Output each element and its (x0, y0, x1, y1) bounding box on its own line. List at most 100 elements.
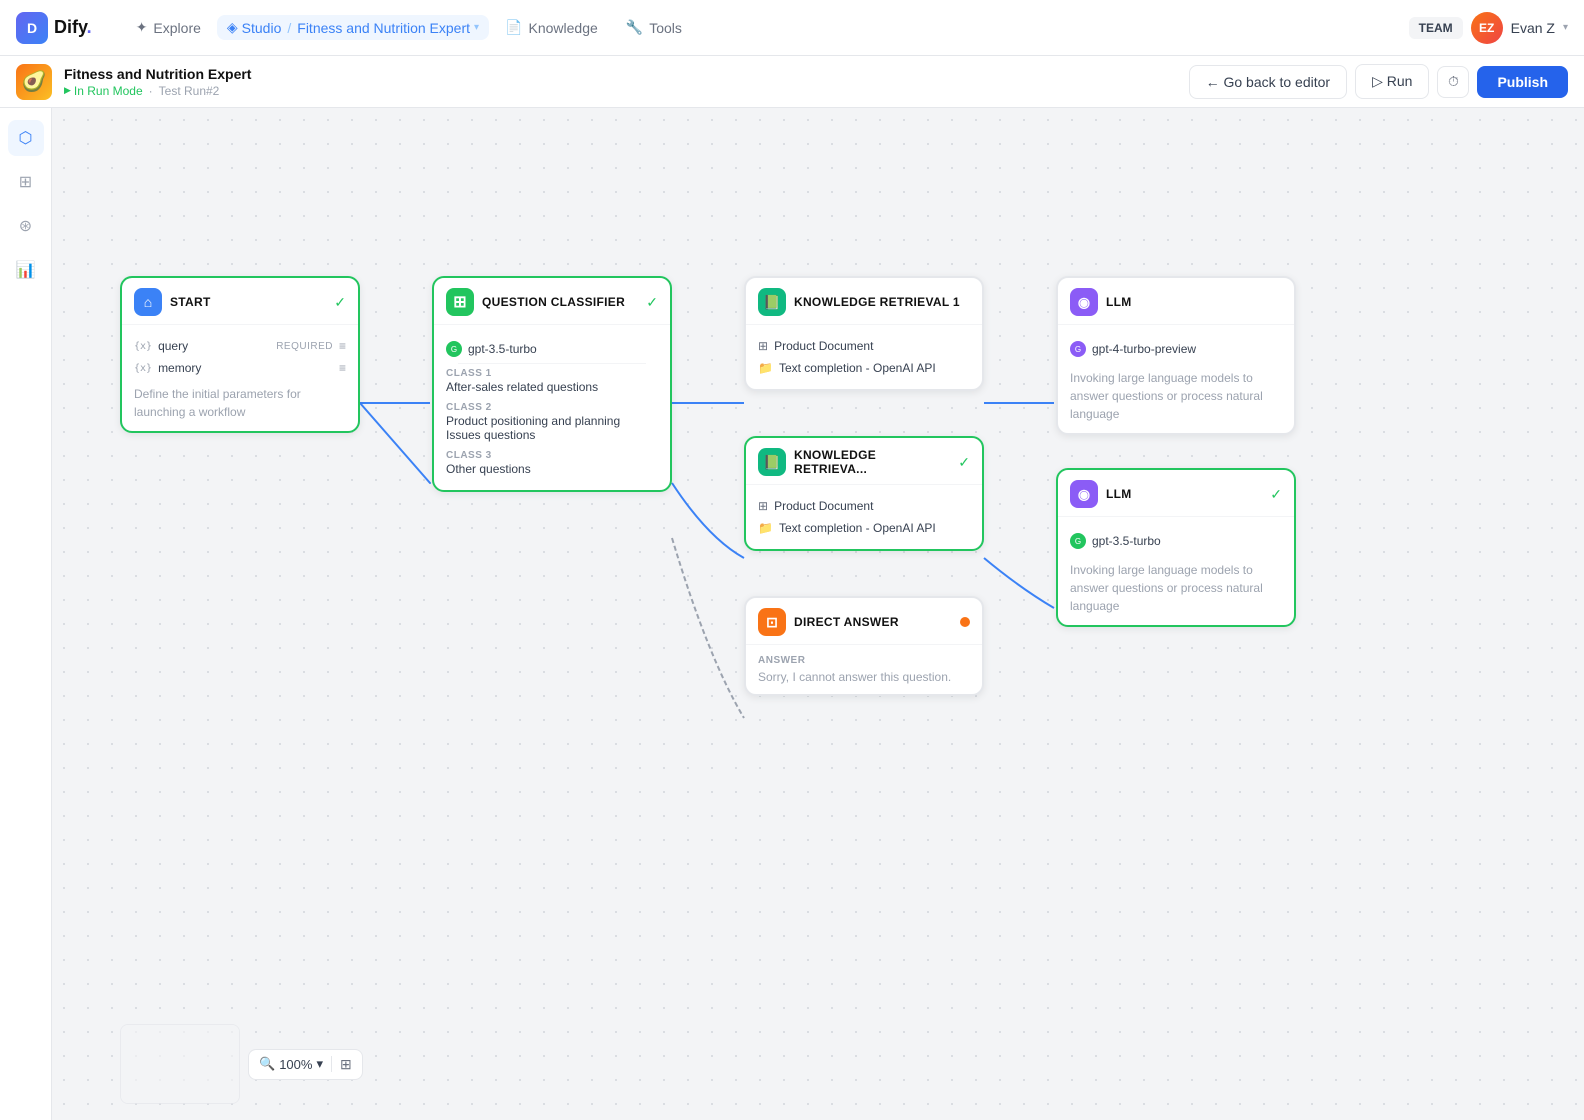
llm2-check-icon: ✓ (1270, 486, 1282, 503)
minimap-content (121, 1025, 239, 1103)
start-field-query: {x} query REQUIRED ≡ (134, 335, 346, 357)
knowledge-retrieval-2-node: 📗 KNOWLEDGE RETRIEVA... ✓ ⊞ Product Docu… (744, 436, 984, 551)
query-menu-icon: ≡ (339, 339, 346, 353)
llm1-model-row: G gpt-4-turbo-preview (1070, 335, 1282, 363)
qc-model-name: gpt-3.5-turbo (468, 342, 537, 356)
breadcrumb-label: Fitness and Nutrition Expert (297, 20, 470, 36)
sidebar-item-workflow[interactable]: ⬡ (8, 120, 44, 156)
zoom-chevron-icon[interactable]: ▾ (316, 1056, 323, 1072)
app-title: Fitness and Nutrition Expert (64, 66, 251, 82)
bottom-bar: 🔍 100% ▾ ⊞ (120, 1024, 363, 1104)
start-node-body: {x} query REQUIRED ≡ {x} memory ≡ Define… (122, 325, 358, 431)
kr1-api-icon: 📁 (758, 361, 773, 375)
nav-explore[interactable]: ✦ Explore (124, 13, 213, 42)
qc-node-header: ⊞ QUESTION CLASSIFIER ✓ (434, 278, 670, 325)
start-field-memory: {x} memory ≡ (134, 357, 346, 379)
publish-button[interactable]: Publish (1477, 66, 1568, 98)
zoom-divider (331, 1056, 332, 1072)
start-node-title: START (170, 295, 326, 309)
llm1-icon: ◉ (1070, 288, 1098, 316)
kr2-doc-icon: ⊞ (758, 499, 768, 513)
qc-node-title: QUESTION CLASSIFIER (482, 295, 638, 309)
qc-model-icon: G (446, 341, 462, 357)
llm2-model-icon: G (1070, 533, 1086, 549)
avatar: EZ (1471, 12, 1503, 44)
sidebar-item-plugins[interactable]: ⊞ (8, 164, 44, 200)
sidebar-item-analytics[interactable]: 📊 (8, 252, 44, 288)
da-body: ANSWER Sorry, I cannot answer this quest… (746, 645, 982, 694)
query-required-label: REQUIRED (276, 341, 333, 352)
logo[interactable]: D Dify. (16, 12, 92, 44)
memory-field-name: memory (158, 361, 333, 375)
kr2-title: KNOWLEDGE RETRIEVA... (794, 448, 950, 476)
logo-text: Dify. (54, 17, 92, 38)
minimap (120, 1024, 240, 1104)
class1-label: CLASS 1 (446, 368, 658, 379)
start-node-header: ⌂ START ✓ (122, 278, 358, 325)
nav-studio-breadcrumb[interactable]: ◈ Studio / Fitness and Nutrition Expert … (217, 15, 489, 40)
llm1-model-icon: G (1070, 341, 1086, 357)
kr2-header: 📗 KNOWLEDGE RETRIEVA... ✓ (746, 438, 982, 485)
memory-var-icon: {x} (134, 363, 152, 374)
da-title: DIRECT ANSWER (794, 615, 952, 629)
kr1-doc-name: Product Document (774, 339, 873, 353)
user-name: Evan Z (1511, 20, 1555, 36)
run-button[interactable]: ▷ Run (1355, 64, 1429, 99)
query-field-name: query (158, 339, 270, 353)
back-to-editor-button[interactable]: ← Go back to editor (1189, 65, 1348, 99)
kr2-doc-row: ⊞ Product Document (758, 495, 970, 517)
grid-view-icon[interactable]: ⊞ (340, 1056, 352, 1073)
llm-1-node: ◉ LLM G gpt-4-turbo-preview Invoking lar… (1056, 276, 1296, 435)
start-description: Define the initial parameters for launch… (134, 385, 346, 421)
memory-menu-icon: ≡ (339, 361, 346, 375)
class3-item: CLASS 3 Other questions (446, 446, 658, 480)
question-classifier-node: ⊞ QUESTION CLASSIFIER ✓ G gpt-3.5-turbo … (432, 276, 672, 492)
team-badge: TEAM (1409, 17, 1463, 39)
studio-icon: ◈ (227, 19, 238, 36)
kr1-icon: 📗 (758, 288, 786, 316)
canvas: ⌂ START ✓ {x} query REQUIRED ≡ {x} memor… (52, 108, 1584, 1120)
tools-label: Tools (649, 20, 682, 36)
class1-value: After-sales related questions (446, 380, 658, 394)
nav-items: ✦ Explore ◈ Studio / Fitness and Nutriti… (124, 13, 1409, 42)
llm2-model-row: G gpt-3.5-turbo (1070, 527, 1282, 555)
nav-tools[interactable]: 🔧 Tools (614, 13, 694, 42)
sidebar-item-variables[interactable]: ⊛ (8, 208, 44, 244)
logo-icon: D (16, 12, 48, 44)
test-run-label: Test Run#2 (159, 84, 220, 98)
explore-label: Explore (153, 20, 200, 36)
explore-icon: ✦ (136, 19, 148, 36)
kr2-doc-name: Product Document (774, 499, 873, 513)
kr2-body: ⊞ Product Document 📁 Text completion - O… (746, 485, 982, 549)
chevron-down-icon: ▾ (474, 22, 479, 33)
llm2-body: G gpt-3.5-turbo Invoking large language … (1058, 517, 1294, 625)
run-mode-label: In Run Mode (64, 84, 143, 98)
direct-answer-node: ⊡ DIRECT ANSWER ANSWER Sorry, I cannot a… (744, 596, 984, 696)
separator: · (149, 84, 153, 98)
kr1-doc-icon: ⊞ (758, 339, 768, 353)
class2-item: CLASS 2 Product positioning and planning… (446, 398, 658, 446)
start-node: ⌂ START ✓ {x} query REQUIRED ≡ {x} memor… (120, 276, 360, 433)
qc-check-icon: ✓ (646, 294, 658, 311)
da-icon: ⊡ (758, 608, 786, 636)
kr1-body: ⊞ Product Document 📁 Text completion - O… (746, 325, 982, 389)
llm1-header: ◉ LLM (1058, 278, 1294, 325)
llm2-title: LLM (1106, 487, 1262, 501)
class1-item: CLASS 1 After-sales related questions (446, 364, 658, 398)
query-var-icon: {x} (134, 341, 152, 352)
start-check-icon: ✓ (334, 294, 346, 311)
app-info: Fitness and Nutrition Expert In Run Mode… (64, 66, 251, 98)
nav-knowledge[interactable]: 📄 Knowledge (493, 13, 610, 42)
top-navigation: D Dify. ✦ Explore ◈ Studio / Fitness and… (0, 0, 1584, 56)
llm-2-node: ◉ LLM ✓ G gpt-3.5-turbo Invoking large l… (1056, 468, 1296, 627)
settings-icon-button[interactable]: ⏱ (1437, 66, 1469, 98)
da-header: ⊡ DIRECT ANSWER (746, 598, 982, 645)
llm2-icon: ◉ (1070, 480, 1098, 508)
llm1-body: G gpt-4-turbo-preview Invoking large lan… (1058, 325, 1294, 433)
qc-icon: ⊞ (446, 288, 474, 316)
knowledge-retrieval-1-node: 📗 KNOWLEDGE RETRIEVAL 1 ⊞ Product Docume… (744, 276, 984, 391)
kr2-api-icon: 📁 (758, 521, 773, 535)
studio-label: Studio (242, 20, 282, 36)
qc-model-row: G gpt-3.5-turbo (446, 335, 658, 363)
llm1-model-name: gpt-4-turbo-preview (1092, 342, 1196, 356)
